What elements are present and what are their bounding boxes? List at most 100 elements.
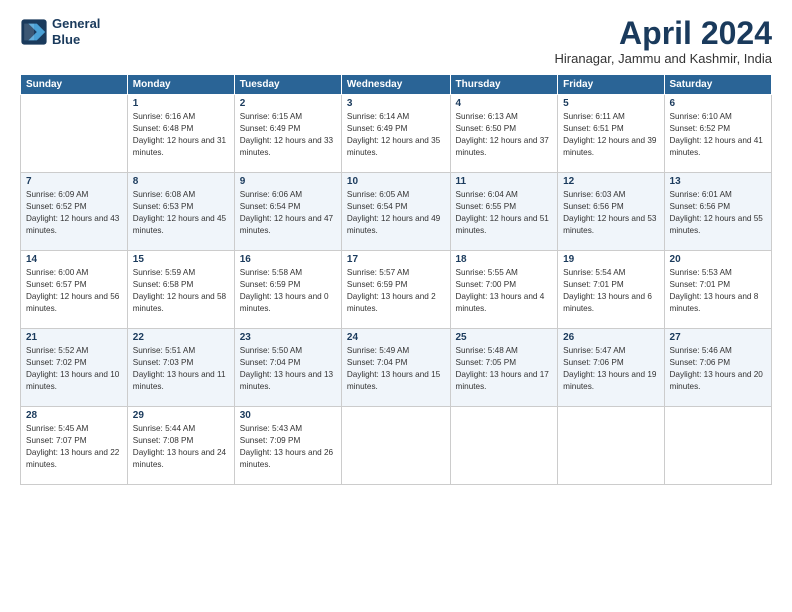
daylight-hours: Daylight: 13 hours and 8 minutes. [670, 292, 759, 313]
logo: General Blue [20, 16, 100, 47]
day-info: Sunrise: 5:44 AM Sunset: 7:08 PM Dayligh… [133, 423, 229, 471]
calendar-week-row: 21 Sunrise: 5:52 AM Sunset: 7:02 PM Dayl… [21, 329, 772, 407]
day-info: Sunrise: 6:16 AM Sunset: 6:48 PM Dayligh… [133, 111, 229, 159]
header: General Blue April 2024 Hiranagar, Jammu… [20, 16, 772, 66]
day-number: 11 [456, 176, 553, 187]
sunrise-time: Sunrise: 5:59 AM [133, 268, 195, 277]
daylight-hours: Daylight: 13 hours and 13 minutes. [240, 370, 333, 391]
sunset-time: Sunset: 7:05 PM [456, 358, 517, 367]
table-row: 16 Sunrise: 5:58 AM Sunset: 6:59 PM Dayl… [234, 251, 341, 329]
sunrise-time: Sunrise: 5:58 AM [240, 268, 302, 277]
sunset-time: Sunset: 7:01 PM [670, 280, 731, 289]
daylight-hours: Daylight: 12 hours and 49 minutes. [347, 214, 440, 235]
day-info: Sunrise: 6:11 AM Sunset: 6:51 PM Dayligh… [563, 111, 658, 159]
col-saturday: Saturday [664, 75, 771, 95]
day-info: Sunrise: 5:43 AM Sunset: 7:09 PM Dayligh… [240, 423, 336, 471]
daylight-hours: Daylight: 13 hours and 15 minutes. [347, 370, 440, 391]
sunrise-time: Sunrise: 5:47 AM [563, 346, 625, 355]
daylight-hours: Daylight: 12 hours and 37 minutes. [456, 136, 549, 157]
table-row: 6 Sunrise: 6:10 AM Sunset: 6:52 PM Dayli… [664, 95, 771, 173]
table-row: 26 Sunrise: 5:47 AM Sunset: 7:06 PM Dayl… [558, 329, 664, 407]
table-row: 23 Sunrise: 5:50 AM Sunset: 7:04 PM Dayl… [234, 329, 341, 407]
sunrise-time: Sunrise: 5:53 AM [670, 268, 732, 277]
daylight-hours: Daylight: 13 hours and 11 minutes. [133, 370, 226, 391]
sunset-time: Sunset: 6:55 PM [456, 202, 517, 211]
day-number: 4 [456, 98, 553, 109]
table-row: 19 Sunrise: 5:54 AM Sunset: 7:01 PM Dayl… [558, 251, 664, 329]
day-info: Sunrise: 6:00 AM Sunset: 6:57 PM Dayligh… [26, 267, 122, 315]
day-info: Sunrise: 6:06 AM Sunset: 6:54 PM Dayligh… [240, 189, 336, 237]
sunrise-time: Sunrise: 5:54 AM [563, 268, 625, 277]
day-info: Sunrise: 5:52 AM Sunset: 7:02 PM Dayligh… [26, 345, 122, 393]
table-row: 4 Sunrise: 6:13 AM Sunset: 6:50 PM Dayli… [450, 95, 558, 173]
sunset-time: Sunset: 6:59 PM [240, 280, 301, 289]
day-number: 22 [133, 332, 229, 343]
sunset-time: Sunset: 7:06 PM [670, 358, 731, 367]
sunrise-time: Sunrise: 6:10 AM [670, 112, 732, 121]
sunrise-time: Sunrise: 6:04 AM [456, 190, 518, 199]
sunrise-time: Sunrise: 6:14 AM [347, 112, 409, 121]
sunset-time: Sunset: 6:59 PM [347, 280, 408, 289]
calendar-week-row: 28 Sunrise: 5:45 AM Sunset: 7:07 PM Dayl… [21, 407, 772, 485]
day-number: 25 [456, 332, 553, 343]
calendar-week-row: 7 Sunrise: 6:09 AM Sunset: 6:52 PM Dayli… [21, 173, 772, 251]
day-number: 14 [26, 254, 122, 265]
sunset-time: Sunset: 7:04 PM [347, 358, 408, 367]
day-info: Sunrise: 5:53 AM Sunset: 7:01 PM Dayligh… [670, 267, 766, 315]
table-row: 10 Sunrise: 6:05 AM Sunset: 6:54 PM Dayl… [341, 173, 450, 251]
table-row: 28 Sunrise: 5:45 AM Sunset: 7:07 PM Dayl… [21, 407, 128, 485]
table-row [341, 407, 450, 485]
table-row [558, 407, 664, 485]
day-number: 26 [563, 332, 658, 343]
sunrise-time: Sunrise: 5:43 AM [240, 424, 302, 433]
day-info: Sunrise: 6:04 AM Sunset: 6:55 PM Dayligh… [456, 189, 553, 237]
day-number: 29 [133, 410, 229, 421]
day-info: Sunrise: 5:58 AM Sunset: 6:59 PM Dayligh… [240, 267, 336, 315]
col-tuesday: Tuesday [234, 75, 341, 95]
sunset-time: Sunset: 6:53 PM [133, 202, 194, 211]
daylight-hours: Daylight: 12 hours and 39 minutes. [563, 136, 656, 157]
day-number: 19 [563, 254, 658, 265]
sunrise-time: Sunrise: 6:13 AM [456, 112, 518, 121]
sunset-time: Sunset: 6:50 PM [456, 124, 517, 133]
table-row: 11 Sunrise: 6:04 AM Sunset: 6:55 PM Dayl… [450, 173, 558, 251]
day-info: Sunrise: 6:15 AM Sunset: 6:49 PM Dayligh… [240, 111, 336, 159]
daylight-hours: Daylight: 13 hours and 10 minutes. [26, 370, 119, 391]
daylight-hours: Daylight: 13 hours and 19 minutes. [563, 370, 656, 391]
day-number: 6 [670, 98, 766, 109]
table-row: 20 Sunrise: 5:53 AM Sunset: 7:01 PM Dayl… [664, 251, 771, 329]
day-number: 24 [347, 332, 445, 343]
table-row: 27 Sunrise: 5:46 AM Sunset: 7:06 PM Dayl… [664, 329, 771, 407]
sunrise-time: Sunrise: 6:15 AM [240, 112, 302, 121]
calendar-table: Sunday Monday Tuesday Wednesday Thursday… [20, 74, 772, 485]
day-number: 20 [670, 254, 766, 265]
table-row: 30 Sunrise: 5:43 AM Sunset: 7:09 PM Dayl… [234, 407, 341, 485]
sunrise-time: Sunrise: 6:11 AM [563, 112, 625, 121]
location: Hiranagar, Jammu and Kashmir, India [555, 51, 773, 66]
day-number: 21 [26, 332, 122, 343]
daylight-hours: Daylight: 12 hours and 31 minutes. [133, 136, 226, 157]
daylight-hours: Daylight: 12 hours and 41 minutes. [670, 136, 763, 157]
daylight-hours: Daylight: 12 hours and 45 minutes. [133, 214, 226, 235]
daylight-hours: Daylight: 13 hours and 26 minutes. [240, 448, 333, 469]
day-info: Sunrise: 5:50 AM Sunset: 7:04 PM Dayligh… [240, 345, 336, 393]
table-row [664, 407, 771, 485]
day-number: 30 [240, 410, 336, 421]
day-info: Sunrise: 5:46 AM Sunset: 7:06 PM Dayligh… [670, 345, 766, 393]
daylight-hours: Daylight: 13 hours and 0 minutes. [240, 292, 329, 313]
calendar-header-row: Sunday Monday Tuesday Wednesday Thursday… [21, 75, 772, 95]
sunset-time: Sunset: 6:56 PM [670, 202, 731, 211]
calendar-week-row: 1 Sunrise: 6:16 AM Sunset: 6:48 PM Dayli… [21, 95, 772, 173]
sunrise-time: Sunrise: 5:48 AM [456, 346, 518, 355]
sunrise-time: Sunrise: 5:50 AM [240, 346, 302, 355]
table-row [450, 407, 558, 485]
sunrise-time: Sunrise: 5:57 AM [347, 268, 409, 277]
sunset-time: Sunset: 6:58 PM [133, 280, 194, 289]
sunset-time: Sunset: 6:51 PM [563, 124, 624, 133]
table-row: 22 Sunrise: 5:51 AM Sunset: 7:03 PM Dayl… [127, 329, 234, 407]
daylight-hours: Daylight: 12 hours and 47 minutes. [240, 214, 333, 235]
day-info: Sunrise: 6:03 AM Sunset: 6:56 PM Dayligh… [563, 189, 658, 237]
sunrise-time: Sunrise: 5:49 AM [347, 346, 409, 355]
sunset-time: Sunset: 6:48 PM [133, 124, 194, 133]
day-info: Sunrise: 6:09 AM Sunset: 6:52 PM Dayligh… [26, 189, 122, 237]
